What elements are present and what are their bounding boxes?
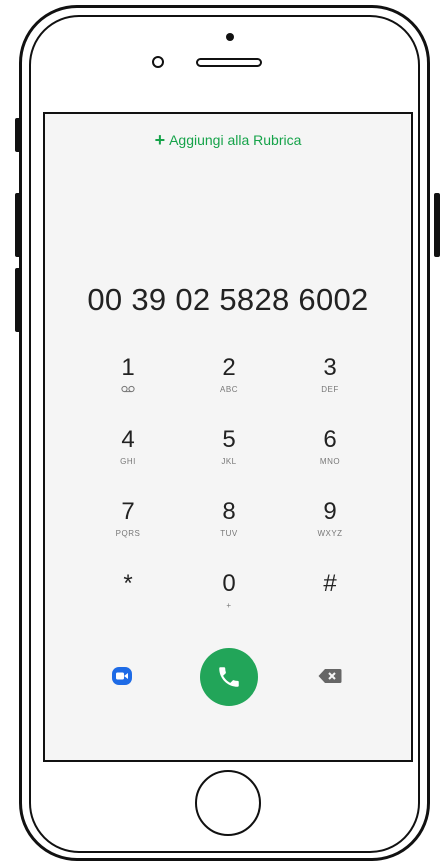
key-digit: 5 xyxy=(222,426,236,453)
key-digit: 1 xyxy=(121,354,135,381)
video-call-icon xyxy=(116,672,128,680)
dialer-screen: + Aggiungi alla Rubrica 00 39 02 5828 600… xyxy=(43,112,413,762)
earpiece-speaker xyxy=(196,58,262,67)
key-hash[interactable]: # xyxy=(290,570,370,598)
key-digit: 8 xyxy=(222,498,236,525)
key-letters: + xyxy=(226,601,232,610)
key-6[interactable]: 6 MNO xyxy=(290,426,370,467)
add-to-contacts-label: Aggiungi alla Rubrica xyxy=(169,132,302,148)
key-digit: 2 xyxy=(222,354,236,381)
key-9[interactable]: 9 WXYZ xyxy=(290,498,370,539)
home-button[interactable] xyxy=(195,770,261,836)
video-call-button[interactable] xyxy=(112,667,132,685)
key-digit: 7 xyxy=(121,498,135,525)
key-digit: 4 xyxy=(121,426,135,453)
key-letters: WXYZ xyxy=(317,529,343,538)
key-letters: JKL xyxy=(221,457,237,466)
key-letters: DEF xyxy=(321,385,339,394)
key-digit: # xyxy=(323,570,337,597)
add-to-contacts-button[interactable]: + Aggiungi alla Rubrica xyxy=(45,130,411,151)
key-letters: TUV xyxy=(220,529,238,538)
dialed-number: 00 39 02 5828 6002 xyxy=(87,282,369,317)
key-letters: PQRS xyxy=(115,529,141,538)
mute-switch xyxy=(15,118,21,152)
proximity-sensor xyxy=(226,33,234,41)
key-letters: ABC xyxy=(220,385,238,394)
key-digit: 9 xyxy=(323,498,337,525)
key-digit: 3 xyxy=(323,354,337,381)
key-8[interactable]: 8 TUV xyxy=(189,498,269,539)
key-0[interactable]: 0 + xyxy=(189,570,269,611)
key-letters: GHI xyxy=(120,457,136,466)
volume-down-button xyxy=(15,268,21,332)
key-digit: 0 xyxy=(222,570,236,597)
key-digit: 6 xyxy=(323,426,337,453)
dialer-actions xyxy=(45,646,411,706)
backspace-button[interactable] xyxy=(317,668,343,684)
key-3[interactable]: 3 DEF xyxy=(290,354,370,395)
front-camera xyxy=(152,56,164,68)
call-button[interactable] xyxy=(200,648,258,706)
voicemail-icon xyxy=(88,385,168,396)
key-7[interactable]: 7 PQRS xyxy=(88,498,168,539)
key-star[interactable]: * xyxy=(88,570,168,598)
power-button xyxy=(434,193,440,257)
key-letters: MNO xyxy=(319,457,341,466)
key-2[interactable]: 2 ABC xyxy=(189,354,269,395)
phone-icon xyxy=(219,667,239,687)
key-5[interactable]: 5 JKL xyxy=(189,426,269,467)
key-4[interactable]: 4 GHI xyxy=(88,426,168,467)
plus-icon: + xyxy=(154,130,166,150)
key-1[interactable]: 1 xyxy=(88,354,168,396)
volume-up-button xyxy=(15,193,21,257)
key-digit: * xyxy=(123,570,133,597)
backspace-icon xyxy=(318,669,342,683)
